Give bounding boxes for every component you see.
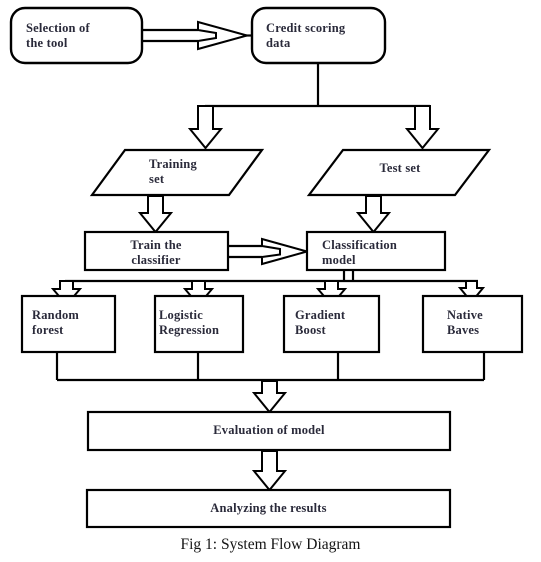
node-test-set[interactable] — [306, 148, 492, 197]
edge-train-to-classification — [228, 237, 311, 266]
node-train-the-classifier[interactable] — [83, 230, 230, 272]
node-native-baves[interactable] — [421, 294, 524, 354]
figure-caption: Fig 1: System Flow Diagram — [180, 536, 361, 553]
node-gradient-boost[interactable] — [282, 294, 381, 354]
system-flow-diagram-figure: Selection of the tool Credit scoring dat… — [0, 0, 541, 562]
node-random-forest[interactable] — [20, 294, 117, 354]
edge-models-to-evaluation — [55, 352, 486, 414]
node-analyzing-the-results[interactable] — [85, 488, 452, 529]
node-classification-model[interactable] — [305, 230, 447, 272]
edge-evaluation-to-analyzing — [251, 450, 288, 492]
flowchart-canvas — [9, 6, 524, 529]
node-training-set[interactable] — [89, 148, 265, 197]
edge-test-to-classification — [355, 195, 392, 234]
node-logistic-regression[interactable] — [153, 294, 245, 354]
edge-training-to-train — [137, 195, 174, 234]
node-credit-scoring-data[interactable] — [250, 6, 387, 65]
edge-classification-to-models — [50, 270, 486, 307]
edge-credit-to-sets — [187, 63, 441, 150]
edge-selection-to-credit — [142, 20, 252, 51]
node-selection-of-tool[interactable] — [9, 6, 144, 65]
node-evaluation-of-model[interactable] — [86, 410, 452, 452]
